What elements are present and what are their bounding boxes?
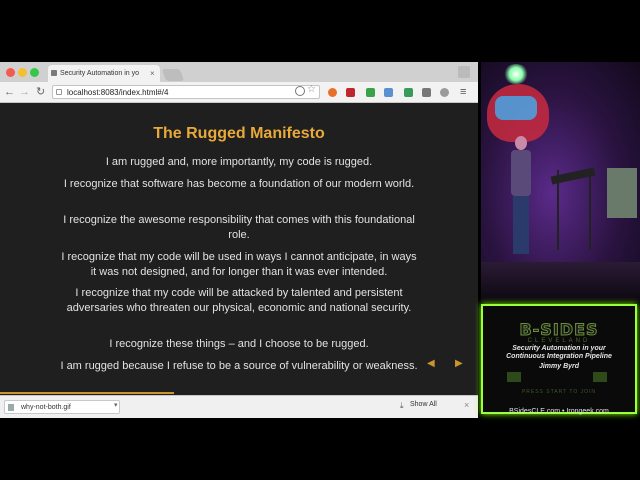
keyboard-stand xyxy=(557,170,591,250)
stage-light xyxy=(503,64,529,84)
speaker-name: Jimmy Byrd xyxy=(538,363,580,370)
reload-button[interactable]: ↻ xyxy=(36,84,45,100)
manifesto-paragraph: I am rugged because I refuse to be a sou… xyxy=(60,360,418,372)
stage-monitor xyxy=(607,168,637,218)
speaker-head xyxy=(515,136,527,150)
space-invader-icon xyxy=(507,372,521,382)
manifesto-paragraph: I recognize that my code will be used in… xyxy=(61,251,417,278)
talk-title: Security Automation in your Continuous I… xyxy=(483,345,635,361)
next-slide-arrow-icon[interactable]: ▶ xyxy=(455,358,463,369)
event-logo-panel: B-SIDES CLEVELAND Security Automation in… xyxy=(481,304,637,414)
extension-green-icon[interactable] xyxy=(366,88,375,97)
tab-active[interactable]: Security Automation in yo xyxy=(48,65,160,82)
prev-slide-arrow-icon[interactable]: ◀ xyxy=(427,358,435,369)
event-logo-title: B-SIDES xyxy=(519,320,599,340)
page-info-icon[interactable] xyxy=(56,89,62,95)
extension-firefox-icon[interactable] xyxy=(328,88,337,97)
download-arrow-icon: ⤓ xyxy=(400,401,404,410)
maximize-window-button[interactable] xyxy=(30,68,39,77)
address-bar[interactable]: localhost:8083/index.html#/4 xyxy=(52,85,320,99)
talk-title-line-2: Continuous Integration Pipeline xyxy=(506,353,612,360)
chevron-down-icon[interactable]: ▾ xyxy=(114,401,118,409)
slide-progress-bar xyxy=(0,392,174,394)
browser-window: Security Automation in yo × ← → ↻ localh… xyxy=(0,62,478,418)
close-downloads-icon[interactable]: × xyxy=(464,400,469,410)
speaker-body xyxy=(511,150,531,196)
slide-title: The Rugged Manifesto xyxy=(153,125,325,142)
extension-blue-icon[interactable] xyxy=(384,88,393,97)
event-footer-links: BSidesCLE.com • Irongeek.com xyxy=(509,408,609,415)
bookmark-star-icon[interactable]: ☆ xyxy=(307,84,316,95)
chrome-menu-icon[interactable]: ≡ xyxy=(460,84,466,100)
event-logo-subtitle: CLEVELAND xyxy=(527,338,591,344)
close-window-button[interactable] xyxy=(6,68,15,77)
speaker-camera-feed xyxy=(481,62,640,302)
press-start-text: PRESS START TO JOIN xyxy=(521,389,597,395)
speaker-legs xyxy=(513,196,529,254)
back-button[interactable]: ← xyxy=(4,84,15,100)
show-all-button[interactable]: Show All xyxy=(410,401,437,408)
tab-strip: Security Automation in yo × xyxy=(0,62,478,82)
window-menu-button[interactable] xyxy=(458,66,470,78)
space-invader-icon xyxy=(593,372,607,382)
extension-shield-icon[interactable] xyxy=(346,88,355,97)
stage-floor xyxy=(481,262,640,302)
extension-evernote-icon[interactable] xyxy=(404,88,413,97)
manifesto-paragraph: I am rugged and, more importantly, my co… xyxy=(105,156,373,168)
page-favicon-icon xyxy=(51,70,57,76)
file-icon xyxy=(8,404,14,411)
browser-toolbar: ← → ↻ localhost:8083/index.html#/4 ☆ ≡ xyxy=(0,82,478,103)
tab-close-icon[interactable]: × xyxy=(150,65,155,82)
downloads-bar: why-not-both.gif ▾ ⤓ Show All × xyxy=(0,395,478,418)
talk-title-line-1: Security Automation in your xyxy=(512,345,606,352)
slide-content: The Rugged Manifesto I am rugged and, mo… xyxy=(0,103,478,395)
extension-grey-icon[interactable] xyxy=(422,88,431,97)
stage-sign-inner xyxy=(495,96,537,120)
forward-button[interactable]: → xyxy=(19,84,30,100)
search-icon[interactable] xyxy=(295,86,305,96)
extension-history-icon[interactable] xyxy=(440,88,449,97)
download-item[interactable]: why-not-both.gif xyxy=(4,400,120,414)
manifesto-paragraph: I recognize the awesome responsibility t… xyxy=(63,214,415,241)
manifesto-paragraph: I recognize these things – and I choose … xyxy=(109,338,369,350)
manifesto-paragraph: I recognize that my code will be attacke… xyxy=(66,287,412,314)
new-tab-button[interactable] xyxy=(161,69,185,81)
manifesto-paragraph: I recognize that software has become a f… xyxy=(63,178,415,190)
minimize-window-button[interactable] xyxy=(18,68,27,77)
